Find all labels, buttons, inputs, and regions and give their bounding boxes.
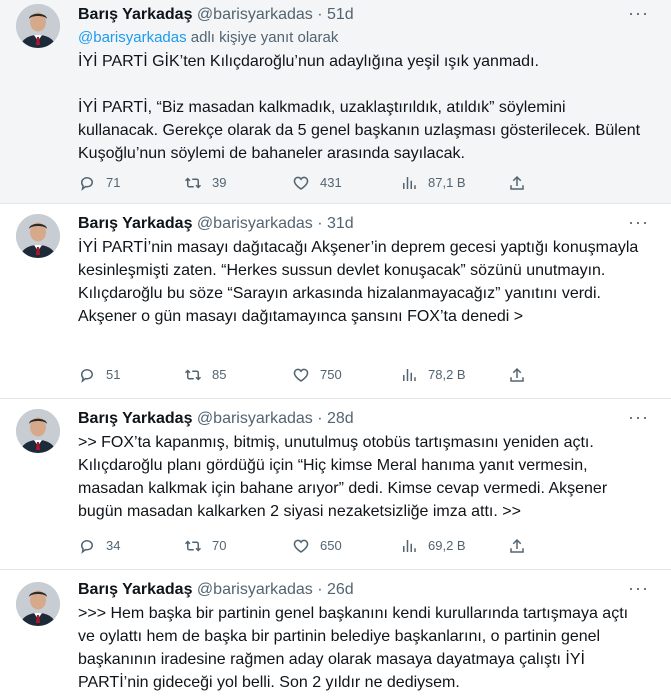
reply-button[interactable]: 71: [78, 172, 120, 194]
author-name[interactable]: Barış Yarkadaş: [78, 581, 192, 598]
tweet-header: Barış Yarkadaş @barisyarkadas · 26d: [78, 580, 354, 600]
like-icon: [292, 174, 310, 192]
author-name[interactable]: Barış Yarkadaş: [78, 6, 192, 23]
tweet-text: >> FOX’ta kapanmış, bitmiş, unutulmuş ot…: [78, 434, 608, 520]
share-icon: [508, 174, 526, 192]
reply-count: 51: [106, 367, 121, 382]
author-name[interactable]: Barış Yarkadaş: [78, 410, 192, 427]
tweet[interactable]: Barış Yarkadaş @barisyarkadas · 28d ··· …: [0, 399, 671, 569]
views-button[interactable]: 87,1 B: [400, 172, 466, 194]
like-count: 431: [320, 175, 342, 190]
separator: ·: [317, 410, 323, 427]
like-button[interactable]: 750: [292, 364, 342, 386]
reply-button[interactable]: 51: [78, 364, 120, 386]
timestamp[interactable]: 26d: [327, 581, 354, 598]
more-options-icon[interactable]: ···: [628, 407, 649, 427]
views-icon: [400, 537, 418, 555]
share-button[interactable]: [508, 364, 536, 386]
views-icon: [400, 366, 418, 384]
views-count: 78,2 B: [428, 367, 466, 382]
retweet-button[interactable]: 85: [184, 364, 226, 386]
views-button[interactable]: 69,2 B: [400, 535, 466, 557]
tweet[interactable]: Barış Yarkadaş @barisyarkadas · 26d ··· …: [0, 570, 671, 700]
retweet-icon: [184, 537, 202, 555]
reply-to-line: @barisyarkadas adlı kişiye yanıt olarak: [78, 28, 338, 48]
tweet-text: İYİ PARTİ GİK’ten Kılıçdaroğlu’nun adayl…: [78, 53, 641, 162]
timestamp[interactable]: 31d: [327, 215, 354, 232]
views-count: 69,2 B: [428, 538, 466, 553]
tweet-actions: 71 39 431 87,1 B: [78, 172, 638, 194]
reply-icon: [78, 174, 96, 192]
like-count: 650: [320, 538, 342, 553]
tweet-header: Barış Yarkadaş @barisyarkadas · 31d: [78, 214, 354, 234]
reply-to-suffix: adlı kişiye yanıt olarak: [186, 29, 339, 46]
tweet[interactable]: Barış Yarkadaş @barisyarkadas · 31d ··· …: [0, 204, 671, 398]
tweet-header: Barış Yarkadaş @barisyarkadas · 28d: [78, 409, 354, 429]
like-icon: [292, 537, 310, 555]
reply-mention[interactable]: @barisyarkadas: [78, 29, 187, 46]
share-icon: [508, 537, 526, 555]
retweet-icon: [184, 366, 202, 384]
views-icon: [400, 174, 418, 192]
tweet-text: >>> Hem başka bir partinin genel başkanı…: [78, 605, 629, 691]
like-button[interactable]: 431: [292, 172, 342, 194]
timestamp[interactable]: 28d: [327, 410, 354, 427]
views-count: 87,1 B: [428, 175, 466, 190]
tweet[interactable]: Barış Yarkadaş @barisyarkadas · 51d ··· …: [0, 0, 671, 203]
author-handle[interactable]: @barisyarkadas: [197, 6, 313, 23]
separator: ·: [317, 6, 323, 23]
more-options-icon[interactable]: ···: [628, 3, 649, 23]
share-icon: [508, 366, 526, 384]
reply-count: 34: [106, 538, 121, 553]
share-button[interactable]: [508, 172, 536, 194]
retweet-count: 70: [212, 538, 227, 553]
avatar[interactable]: [16, 4, 60, 48]
avatar[interactable]: [16, 409, 60, 453]
reply-count: 71: [106, 175, 121, 190]
avatar[interactable]: [16, 582, 60, 626]
reply-icon: [78, 537, 96, 555]
retweet-count: 85: [212, 367, 227, 382]
tweet-actions: 34 70 650 69,2 B: [78, 535, 638, 557]
tweet-header: Barış Yarkadaş @barisyarkadas · 51d: [78, 5, 354, 25]
reply-button[interactable]: 34: [78, 535, 120, 557]
more-options-icon[interactable]: ···: [628, 212, 649, 232]
retweet-count: 39: [212, 175, 227, 190]
like-count: 750: [320, 367, 342, 382]
author-handle[interactable]: @barisyarkadas: [197, 581, 313, 598]
author-handle[interactable]: @barisyarkadas: [197, 410, 313, 427]
views-button[interactable]: 78,2 B: [400, 364, 466, 386]
retweet-button[interactable]: 39: [184, 172, 226, 194]
avatar[interactable]: [16, 214, 60, 258]
tweet-actions: 51 85 750 78,2 B: [78, 364, 638, 386]
retweet-icon: [184, 174, 202, 192]
like-icon: [292, 366, 310, 384]
author-handle[interactable]: @barisyarkadas: [197, 215, 313, 232]
timestamp[interactable]: 51d: [327, 6, 354, 23]
share-button[interactable]: [508, 535, 536, 557]
retweet-button[interactable]: 70: [184, 535, 226, 557]
tweet-text: İYİ PARTİ’nin masayı dağıtacağı Akşener’…: [78, 239, 639, 325]
more-options-icon[interactable]: ···: [628, 578, 649, 598]
reply-icon: [78, 366, 96, 384]
separator: ·: [317, 215, 323, 232]
like-button[interactable]: 650: [292, 535, 342, 557]
author-name[interactable]: Barış Yarkadaş: [78, 215, 192, 232]
separator: ·: [317, 581, 323, 598]
